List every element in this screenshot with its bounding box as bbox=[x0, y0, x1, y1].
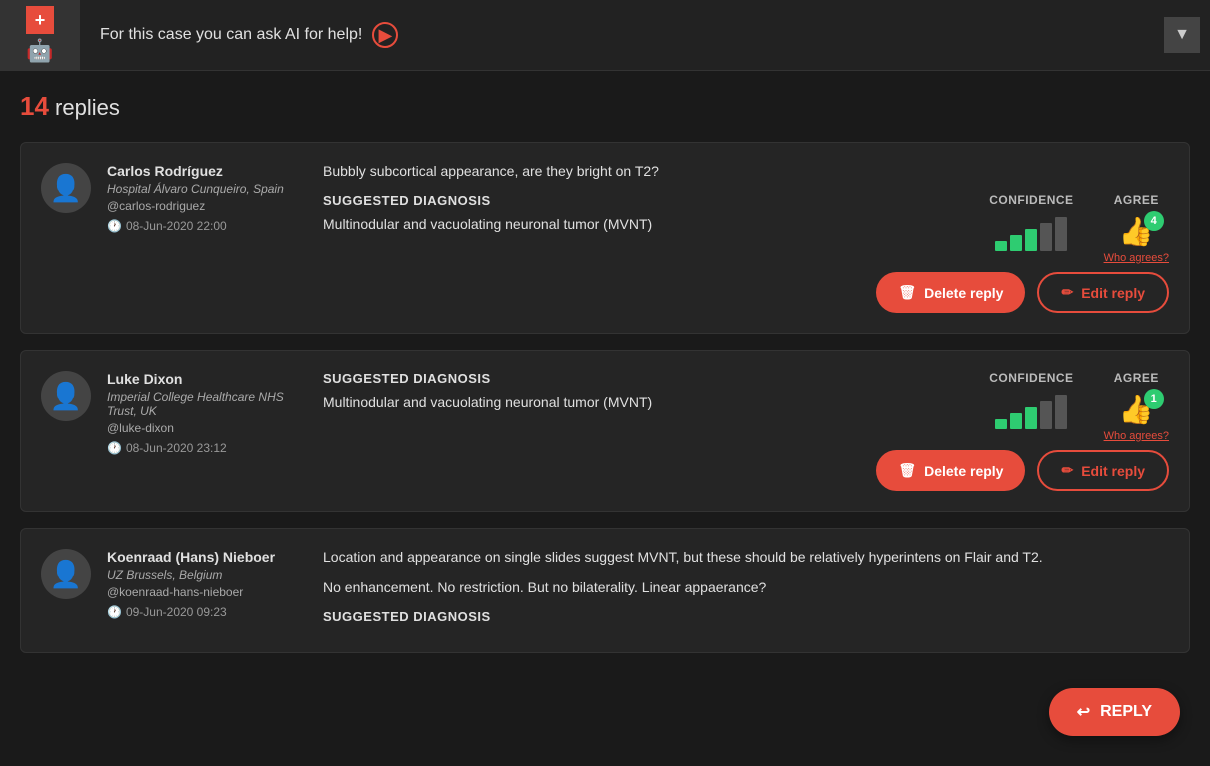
replies-title: 14 replies bbox=[20, 91, 1190, 122]
delete-label: Delete reply bbox=[924, 285, 1003, 301]
delete-reply-button[interactable]: 🗑 Delete reply bbox=[876, 272, 1025, 313]
user-handle: @carlos-rodriguez bbox=[107, 199, 307, 213]
user-info: Koenraad (Hans) Nieboer UZ Brussels, Bel… bbox=[107, 549, 307, 632]
agree-label: AGREE bbox=[1114, 193, 1159, 207]
user-institution: Hospital Álvaro Cunqueiro, Spain bbox=[107, 182, 307, 196]
clock-icon: 🕐 bbox=[107, 605, 122, 619]
reply-fab-label: REPLY bbox=[1100, 703, 1152, 721]
user-name: Koenraad (Hans) Nieboer bbox=[107, 549, 307, 565]
reply-text2: No enhancement. No restriction. But no b… bbox=[323, 579, 1169, 595]
reply-main-row: SUGGESTED DIAGNOSIS Multinodular and vac… bbox=[323, 371, 1169, 442]
bar-5 bbox=[1055, 395, 1067, 429]
bar-4 bbox=[1040, 401, 1052, 429]
agree-badge: 4 bbox=[1144, 211, 1164, 231]
reply-text: Location and appearance on single slides… bbox=[323, 549, 1169, 565]
reply-body: Location and appearance on single slides… bbox=[323, 549, 1169, 632]
confidence-bars bbox=[995, 393, 1067, 429]
logo: + 🤖 bbox=[0, 0, 80, 70]
user-info: Luke Dixon Imperial College Healthcare N… bbox=[107, 371, 307, 491]
metrics-area: CONFIDENCE AGREE 👍 4 bbox=[989, 193, 1169, 264]
user-institution: UZ Brussels, Belgium bbox=[107, 568, 307, 582]
confidence-label: CONFIDENCE bbox=[989, 193, 1073, 207]
bar-2 bbox=[1010, 235, 1022, 251]
bar-3 bbox=[1025, 407, 1037, 429]
cross-icon: + bbox=[26, 6, 54, 34]
edit-icon: ✏ bbox=[1061, 462, 1073, 479]
replies-count: 14 bbox=[20, 91, 49, 121]
agree-section: AGREE 👍 4 Who agrees? bbox=[1104, 193, 1169, 264]
agree-label: AGREE bbox=[1114, 371, 1159, 385]
bar-5 bbox=[1055, 217, 1067, 251]
bar-1 bbox=[995, 241, 1007, 251]
delete-label: Delete reply bbox=[924, 463, 1003, 479]
bar-4 bbox=[1040, 223, 1052, 251]
header: + 🤖 For this case you can ask AI for hel… bbox=[0, 0, 1210, 71]
header-message: For this case you can ask AI for help! ▶ bbox=[80, 22, 1164, 48]
reply-text: Bubbly subcortical appearance, are they … bbox=[323, 163, 1169, 179]
user-info: Carlos Rodríguez Hospital Álvaro Cunquei… bbox=[107, 163, 307, 313]
bar-2 bbox=[1010, 413, 1022, 429]
reply-card: 👤 Carlos Rodríguez Hospital Álvaro Cunqu… bbox=[20, 142, 1190, 334]
actions-row: 🗑 Delete reply ✏ Edit reply bbox=[323, 450, 1169, 491]
suggested-label: SUGGESTED DIAGNOSIS bbox=[323, 371, 989, 386]
reply-content-area: SUGGESTED DIAGNOSIS Multinodular and vac… bbox=[323, 371, 989, 426]
reply-content-area: SUGGESTED DIAGNOSIS Multinodular and vac… bbox=[323, 193, 989, 248]
suggested-label: SUGGESTED DIAGNOSIS bbox=[323, 193, 989, 208]
user-date: 🕐 08-Jun-2020 23:12 bbox=[107, 441, 307, 455]
user-institution: Imperial College Healthcare NHS Trust, U… bbox=[107, 390, 307, 418]
trash-icon: 🗑 bbox=[898, 284, 916, 301]
header-text: For this case you can ask AI for help! bbox=[100, 26, 362, 44]
page-content: 14 replies 👤 Carlos Rodríguez Hospital Á… bbox=[0, 71, 1210, 689]
delete-reply-button[interactable]: 🗑 Delete reply bbox=[876, 450, 1025, 491]
actions-row: 🗑 Delete reply ✏ Edit reply bbox=[323, 272, 1169, 313]
edit-icon: ✏ bbox=[1061, 284, 1073, 301]
reply-fab-button[interactable]: ↩ REPLY bbox=[1049, 688, 1180, 736]
trash-icon: 🗑 bbox=[898, 462, 916, 479]
agree-badge: 1 bbox=[1144, 389, 1164, 409]
replies-label: replies bbox=[55, 95, 120, 120]
clock-icon: 🕐 bbox=[107, 441, 122, 455]
avatar: 👤 bbox=[41, 163, 91, 213]
header-dropdown[interactable]: ▼ bbox=[1164, 17, 1200, 53]
diagnosis-text: Multinodular and vacuolating neuronal tu… bbox=[323, 394, 989, 410]
reply-body: SUGGESTED DIAGNOSIS Multinodular and vac… bbox=[323, 371, 1169, 491]
user-name: Carlos Rodríguez bbox=[107, 163, 307, 179]
user-handle: @koenraad-hans-nieboer bbox=[107, 585, 307, 599]
confidence-label: CONFIDENCE bbox=[989, 371, 1073, 385]
suggested-label: SUGGESTED DIAGNOSIS bbox=[323, 609, 1169, 624]
play-icon[interactable]: ▶ bbox=[372, 22, 398, 48]
reply-body: Bubbly subcortical appearance, are they … bbox=[323, 163, 1169, 313]
who-agrees-link[interactable]: Who agrees? bbox=[1104, 252, 1169, 264]
edit-label: Edit reply bbox=[1081, 463, 1145, 479]
thumb-container: 👍 4 bbox=[1119, 215, 1154, 248]
diagnosis-text: Multinodular and vacuolating neuronal tu… bbox=[323, 216, 989, 232]
robot-icon: 🤖 bbox=[26, 38, 53, 64]
clock-icon: 🕐 bbox=[107, 219, 122, 233]
who-agrees-link[interactable]: Who agrees? bbox=[1104, 430, 1169, 442]
user-name: Luke Dixon bbox=[107, 371, 307, 387]
edit-reply-button[interactable]: ✏ Edit reply bbox=[1037, 272, 1169, 313]
metrics-area: CONFIDENCE AGREE 👍 1 bbox=[989, 371, 1169, 442]
reply-card: 👤 Luke Dixon Imperial College Healthcare… bbox=[20, 350, 1190, 512]
bar-3 bbox=[1025, 229, 1037, 251]
reply-card: 👤 Koenraad (Hans) Nieboer UZ Brussels, B… bbox=[20, 528, 1190, 653]
thumb-container: 👍 1 bbox=[1119, 393, 1154, 426]
confidence-section: CONFIDENCE bbox=[989, 371, 1073, 429]
reply-main-row: SUGGESTED DIAGNOSIS Multinodular and vac… bbox=[323, 193, 1169, 264]
avatar: 👤 bbox=[41, 371, 91, 421]
bar-1 bbox=[995, 419, 1007, 429]
user-date: 🕐 09-Jun-2020 09:23 bbox=[107, 605, 307, 619]
confidence-bars bbox=[995, 215, 1067, 251]
avatar: 👤 bbox=[41, 549, 91, 599]
confidence-section: CONFIDENCE bbox=[989, 193, 1073, 251]
user-handle: @luke-dixon bbox=[107, 421, 307, 435]
user-date: 🕐 08-Jun-2020 22:00 bbox=[107, 219, 307, 233]
edit-reply-button[interactable]: ✏ Edit reply bbox=[1037, 450, 1169, 491]
agree-section: AGREE 👍 1 Who agrees? bbox=[1104, 371, 1169, 442]
reply-arrow-icon: ↩ bbox=[1077, 702, 1090, 722]
edit-label: Edit reply bbox=[1081, 285, 1145, 301]
